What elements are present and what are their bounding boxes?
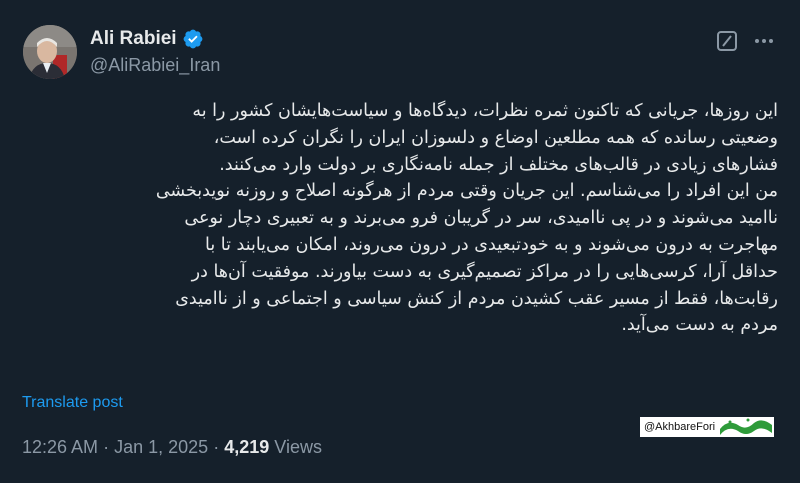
author-name-row[interactable]: Ali Rabiei — [90, 28, 204, 50]
post-date[interactable]: Jan 1, 2025 — [114, 437, 208, 457]
meta-separator: · — [213, 437, 220, 457]
meta-separator: · — [103, 437, 110, 457]
watermark-logo — [720, 418, 772, 435]
views-label: Views — [274, 437, 322, 457]
views-count: 4,219 — [224, 437, 270, 457]
translate-post-link[interactable]: Translate post — [22, 394, 123, 412]
post-text: این روزها، جریانی که تاکنون ثمره نظرات، … — [155, 101, 778, 336]
avatar-photo — [23, 25, 77, 79]
post-metadata: 12:26 AM · Jan 1, 2025 · 4,219 Views — [22, 437, 322, 458]
watermark-handle: @AkhbareFori — [644, 421, 716, 433]
avatar[interactable] — [23, 25, 77, 79]
grok-icon[interactable] — [714, 28, 740, 54]
author-handle[interactable]: @AliRabiei_Iran — [90, 55, 220, 76]
post-time[interactable]: 12:26 AM — [22, 437, 98, 457]
verified-badge-icon — [183, 29, 202, 49]
watermark: @AkhbareFori — [640, 417, 774, 437]
author-name[interactable]: Ali Rabiei — [90, 28, 177, 50]
more-options-icon[interactable] — [751, 28, 777, 54]
